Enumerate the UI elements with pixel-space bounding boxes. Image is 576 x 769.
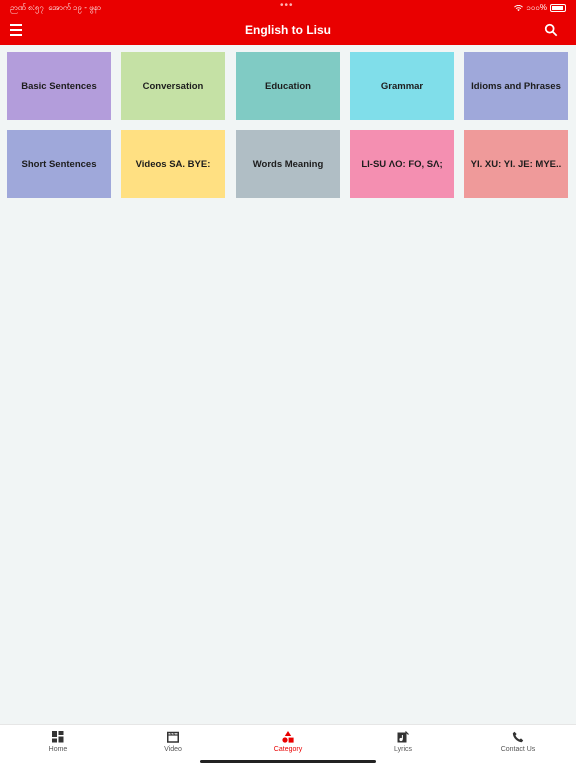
- page-title: English to Lisu: [245, 23, 331, 37]
- status-time: ဉာဏ် ၈:၅၇ အောက် ၁၉ - ဖွနာ: [10, 3, 102, 12]
- nav-video[interactable]: Video: [133, 731, 213, 753]
- category-tile-conversation[interactable]: Conversation: [121, 52, 225, 120]
- category-tile-short-sentences[interactable]: Short Sentences: [7, 130, 111, 198]
- phone-icon: [512, 731, 524, 743]
- grid-icon: [52, 731, 64, 743]
- battery-icon: [550, 4, 566, 12]
- nav-home[interactable]: Home: [18, 731, 98, 753]
- battery-percent: ၁၀၀%: [526, 3, 547, 12]
- app-bar: English to Lisu: [0, 16, 576, 45]
- shapes-icon: [282, 731, 294, 743]
- music-icon: [397, 731, 409, 743]
- category-tile-lisu-phrases[interactable]: YI. XU: YI. JE: MYE..: [464, 130, 568, 198]
- home-indicator: [200, 760, 376, 763]
- category-tile-basic-sentences[interactable]: Basic Sentences: [7, 52, 111, 120]
- nav-contact-us[interactable]: Contact Us: [478, 731, 558, 753]
- category-tile-grammar[interactable]: Grammar: [350, 52, 454, 120]
- status-right: ၁၀၀%: [514, 2, 566, 14]
- category-tile-words-meaning[interactable]: Words Meaning: [236, 130, 340, 198]
- category-tile-lisu-lesson[interactable]: LI-SU ɅO: FO, SɅ;: [350, 130, 454, 198]
- status-bar: ဉာဏ် ၈:၅၇ အောက် ၁၉ - ဖွနာ ••• ၁၀၀%: [0, 0, 576, 16]
- category-tile-idioms-and-phrases[interactable]: Idioms and Phrases: [464, 52, 568, 120]
- multitask-dots: •••: [280, 0, 294, 11]
- wifi-icon: [514, 4, 524, 11]
- nav-category[interactable]: Category: [248, 731, 328, 753]
- nav-lyrics[interactable]: Lyrics: [363, 731, 443, 753]
- category-tile-education[interactable]: Education: [236, 52, 340, 120]
- film-icon: [167, 731, 179, 743]
- category-tile-videos[interactable]: Videos SA. BYE:: [121, 130, 225, 198]
- search-icon[interactable]: [544, 23, 558, 37]
